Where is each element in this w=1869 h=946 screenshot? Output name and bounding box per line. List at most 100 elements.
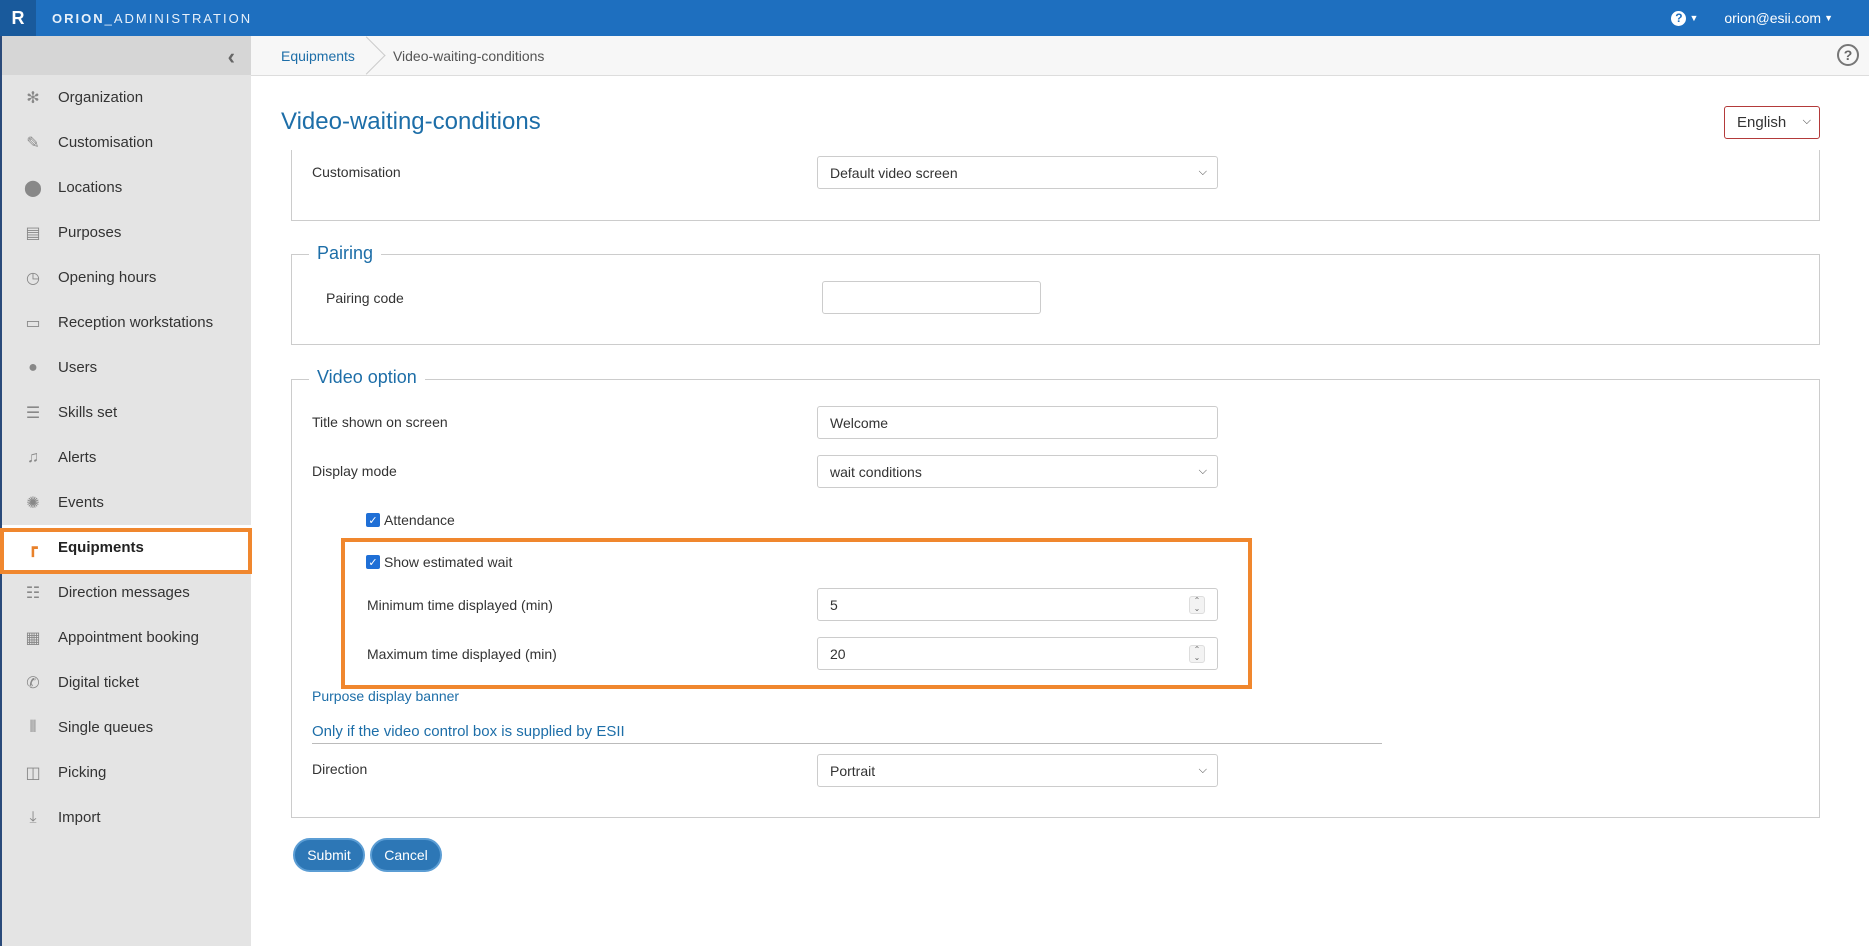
min-time-value: 5 xyxy=(830,596,838,613)
clock-icon: ◷ xyxy=(26,269,40,287)
number-spinner-icon[interactable]: ⌃ ⌄ xyxy=(1189,645,1205,663)
sidebar-item-label: Import xyxy=(58,809,101,826)
download-icon: ⤓ xyxy=(29,808,37,826)
show-estimated-wait-checkbox[interactable]: ✓ xyxy=(366,555,380,569)
signpost-icon: ☷ xyxy=(25,584,41,602)
sidebar-item-label: Picking xyxy=(58,764,107,781)
breadcrumb-current: Video-waiting-conditions xyxy=(392,47,545,64)
app-logo[interactable]: R xyxy=(0,0,36,36)
video-option-legend: Video option xyxy=(309,367,425,388)
sidebar-item-direction-messages[interactable]: ☷ Direction messages xyxy=(2,570,251,615)
breadcrumb-equipments[interactable]: Equipments xyxy=(251,48,355,64)
purpose-display-banner-link[interactable]: Purpose display banner xyxy=(312,688,459,704)
sidebar-item-label: Skills set xyxy=(58,404,118,421)
brand-suffix: _ADMINISTRATION xyxy=(104,10,253,26)
chevron-down-icon: ⌵ xyxy=(1198,166,1207,178)
sidebar: ‹ ✻ Organization ✎ Customisation ⬤ Location… xyxy=(0,36,251,946)
user-email: orion@esii.com xyxy=(1724,10,1822,26)
sidebar-item-digital-ticket[interactable]: ✆ Digital ticket xyxy=(2,660,251,705)
show-estimated-wait-label: Show estimated wait xyxy=(384,554,513,570)
sidebar-item-label: Direction messages xyxy=(58,584,190,601)
sidebar-item-skills-set[interactable]: ☰ Skills set xyxy=(2,390,251,435)
user-icon: ● xyxy=(28,358,38,376)
sidebar-item-appointment-booking[interactable]: ▦ Appointment booking xyxy=(2,615,251,660)
sidebar-item-events[interactable]: ✺ Events xyxy=(2,480,251,525)
sidebar-item-label: Alerts xyxy=(58,449,97,466)
breadcrumb-separator xyxy=(367,36,379,76)
calendar-icon: ▦ xyxy=(25,629,41,647)
cancel-button[interactable]: Cancel xyxy=(370,838,442,872)
language-value: English xyxy=(1737,114,1787,131)
question-icon: ? xyxy=(1671,10,1687,26)
breadcrumb: Equipments Video-waiting-conditions ? xyxy=(251,36,1869,76)
top-bar: R ORION_ADMINISTRATION ? ▼ orion@esii.co… xyxy=(0,0,1869,36)
max-time-input[interactable]: 20 ⌃ ⌄ xyxy=(817,637,1218,670)
section-divider xyxy=(312,743,1382,744)
sliders-icon: ☰ xyxy=(25,404,41,422)
display-mode-label: Display mode xyxy=(312,463,397,479)
help-icon[interactable]: ? xyxy=(1837,44,1859,66)
pairing-code-label: Pairing code xyxy=(326,290,404,306)
customisation-value: Default video screen xyxy=(830,164,958,181)
sidebar-item-label: Appointment booking xyxy=(58,629,199,646)
sidebar-item-purposes[interactable]: ▤ Purposes xyxy=(2,210,251,255)
phone-icon: ✆ xyxy=(26,674,40,692)
display-mode-select[interactable]: wait conditions ⌵ xyxy=(817,455,1218,488)
clipboard-icon: ▤ xyxy=(25,224,41,242)
esii-note-heading: Only if the video control box is supplie… xyxy=(312,723,625,740)
title-on-screen-value: Welcome xyxy=(830,414,889,431)
sidebar-item-locations[interactable]: ⬤ Locations xyxy=(2,165,251,210)
sidebar-item-single-queues[interactable]: ⫴ Single queues xyxy=(2,705,251,750)
pairing-code-input[interactable] xyxy=(822,281,1041,314)
map-pin-icon: ⬤ xyxy=(24,179,42,197)
sidebar-item-label: Digital ticket xyxy=(58,674,139,691)
chevron-down-icon: ⌵ xyxy=(1198,465,1207,477)
direction-label: Direction xyxy=(312,761,368,777)
sidebar-item-label: Reception workstations xyxy=(58,314,214,331)
direction-select[interactable]: Portrait ⌵ xyxy=(817,754,1218,787)
sidebar-item-label: Customisation xyxy=(58,134,154,151)
sidebar-item-label: Locations xyxy=(58,179,123,196)
pairing-panel xyxy=(291,254,1820,345)
min-time-label: Minimum time displayed (min) xyxy=(367,597,553,613)
page-title: Video-waiting-conditions xyxy=(281,108,541,135)
user-menu[interactable]: orion@esii.com ▼ xyxy=(1724,10,1833,26)
number-spinner-icon[interactable]: ⌃ ⌄ xyxy=(1189,596,1205,614)
pairing-legend: Pairing xyxy=(309,243,382,264)
customisation-label: Customisation xyxy=(312,164,401,180)
title-on-screen-input[interactable]: Welcome xyxy=(817,406,1218,439)
sidebar-item-picking[interactable]: ◫ Picking xyxy=(2,750,251,795)
sidebar-item-alerts[interactable]: ♫ Alerts xyxy=(2,435,251,480)
language-select[interactable]: English ⌵ xyxy=(1724,106,1820,139)
sidebar-item-users[interactable]: ● Users xyxy=(2,345,251,390)
title-on-screen-label: Title shown on screen xyxy=(312,414,448,430)
max-time-label: Maximum time displayed (min) xyxy=(367,646,557,662)
chevron-left-icon[interactable]: ‹ xyxy=(228,44,235,70)
sidebar-item-label: Single queues xyxy=(58,719,154,736)
direction-value: Portrait xyxy=(830,762,876,779)
sidebar-item-equipments[interactable]: ┏ Equipments xyxy=(2,525,251,570)
attendance-label: Attendance xyxy=(384,512,455,528)
chevron-down-icon: ⌵ xyxy=(1802,115,1811,127)
top-right-menu: ? ▼ orion@esii.com ▼ xyxy=(1671,0,1833,36)
queue-icon: ⫴ xyxy=(29,718,37,736)
customisation-select[interactable]: Default video screen ⌵ xyxy=(817,156,1218,189)
attendance-checkbox[interactable]: ✓ xyxy=(366,513,380,527)
sidebar-item-opening-hours[interactable]: ◷ Opening hours xyxy=(2,255,251,300)
submit-button[interactable]: Submit xyxy=(293,838,365,872)
attendance-checkbox-row[interactable]: ✓ Attendance xyxy=(366,512,455,528)
help-dropdown[interactable]: ? ▼ xyxy=(1671,10,1698,26)
sidebar-item-label: Users xyxy=(58,359,98,376)
sidebar-item-organization[interactable]: ✻ Organization xyxy=(2,75,251,120)
box-icon: ◫ xyxy=(25,764,41,782)
sidebar-item-reception-workstations[interactable]: ▭ Reception workstations xyxy=(2,300,251,345)
brush-icon: ✎ xyxy=(26,134,40,152)
sidebar-item-customisation[interactable]: ✎ Customisation xyxy=(2,120,251,165)
chevron-down-icon: ⌵ xyxy=(1198,764,1207,776)
show-estimated-wait-row[interactable]: ✓ Show estimated wait xyxy=(366,554,512,570)
display-mode-value: wait conditions xyxy=(830,463,922,480)
sidebar-item-import[interactable]: ⤓ Import xyxy=(2,795,251,840)
min-time-input[interactable]: 5 ⌃ ⌄ xyxy=(817,588,1218,621)
gear-icon: ✻ xyxy=(26,89,40,107)
sidebar-item-label: Events xyxy=(58,494,104,511)
